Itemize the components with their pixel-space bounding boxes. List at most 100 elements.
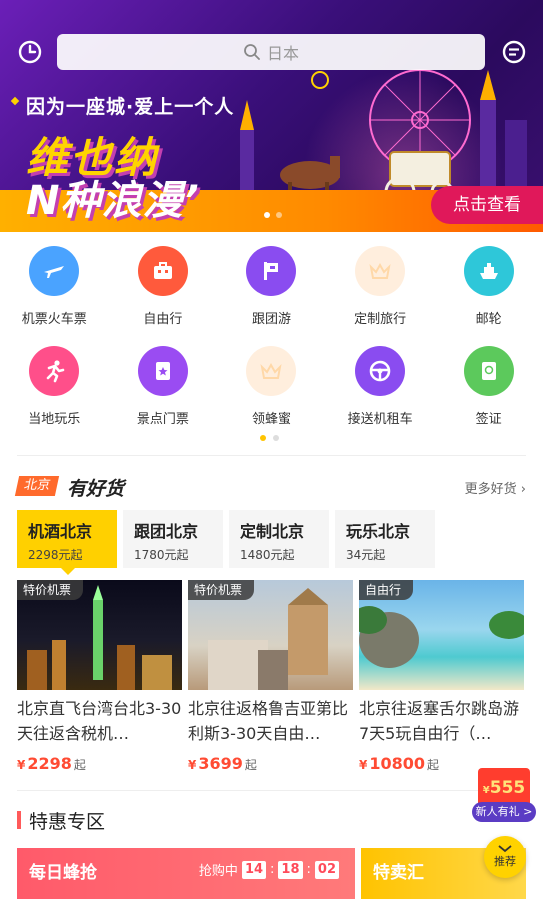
category-label: 邮轮 (475, 312, 502, 327)
flash-title: 每日蜂抢 (29, 863, 97, 883)
price-value: 2298 (27, 754, 72, 773)
category-label: 当地玩乐 (28, 412, 81, 427)
daily-flash-sale[interactable]: 每日蜂抢 抢购中 14 : 18 : 02 (17, 848, 355, 899)
category-flight-train[interactable]: 机票火车票 (0, 240, 109, 340)
deal-image-taipei: 特价机票 (17, 580, 182, 690)
deal-badge: 特价机票 (17, 580, 84, 600)
tab-fun[interactable]: 玩乐北京 34元起 (335, 510, 435, 568)
deal-image-tbilisi: 特价机票 (188, 580, 353, 690)
banner-subtitle: N种浪漫’ (26, 178, 200, 224)
section-accent-bar (17, 811, 21, 829)
deals-tabs: 机酒北京 2298元起 跟团北京 1780元起 定制北京 1480元起 玩乐北京… (17, 510, 435, 575)
deal-badge: 自由行 (359, 580, 414, 600)
gift-amount: 555 (489, 778, 526, 798)
search-input[interactable]: 日本 (57, 34, 485, 70)
price-suffix: 起 (73, 758, 86, 772)
category-custom-travel[interactable]: 定制旅行 (326, 240, 435, 340)
category-label: 签证 (475, 412, 502, 427)
banner-dot (276, 212, 282, 218)
deal-price: ¥3699 起 (188, 754, 353, 773)
ticket-icon (137, 346, 188, 396)
tab-custom[interactable]: 定制北京 1480元起 (229, 510, 329, 568)
category-label: 领蜂蜜 (251, 412, 291, 427)
currency-symbol: ¥ (188, 758, 197, 772)
countdown-separator: : (270, 862, 275, 877)
category-label: 自由行 (143, 312, 183, 327)
category-transfer-car[interactable]: 接送机租车 (326, 340, 435, 440)
pager-dot-active (260, 435, 266, 441)
app-screen: 因为一座城·爱上一个人 维也纳 N种浪漫’ 点击查看 日本 机票火车票 自由行 … (0, 0, 543, 899)
special-title: 特惠专区 (29, 810, 106, 833)
deal-cards: 特价机票 北京直飞台湾台北3-30天往返含税机… ¥2298 起 特价机票 北京往… (17, 580, 524, 773)
banner-dot-active (264, 212, 270, 218)
deals-header: 北京 有好货 更多好货 › (14, 474, 526, 500)
tab-price: 2298元起 (28, 548, 83, 562)
category-label: 景点门票 (136, 412, 189, 427)
divider (17, 790, 526, 791)
sale-title: 特卖汇 (373, 863, 424, 883)
banner-tagline: 因为一座城·爱上一个人 (26, 92, 234, 119)
flag-icon (246, 246, 297, 296)
currency-symbol: ¥ (359, 758, 368, 772)
banner-cta-button[interactable]: 点击查看 (431, 186, 543, 224)
category-label: 机票火车票 (21, 312, 87, 327)
tab-flight-hotel[interactable]: 机酒北京 2298元起 (17, 510, 117, 575)
countdown-separator: : (306, 862, 311, 877)
recommend-label: 推荐 (494, 855, 516, 868)
special-header: 特惠专区 (17, 808, 106, 833)
price-value: 3699 (198, 754, 243, 773)
tab-name: 跟团北京 (134, 522, 199, 541)
deal-card[interactable]: 特价机票 北京直飞台湾台北3-30天往返含税机… ¥2298 起 (17, 580, 182, 773)
passport-icon (463, 346, 514, 396)
tab-price: 1480元起 (240, 548, 295, 562)
deal-badge: 特价机票 (188, 580, 255, 600)
recommend-button[interactable]: 推荐 (484, 836, 526, 878)
category-label: 接送机租车 (347, 412, 413, 427)
countdown-minutes: 18 (278, 860, 303, 879)
steering-wheel-icon (355, 346, 406, 396)
city-tag[interactable]: 北京 (14, 476, 60, 496)
category-row: 机票火车票 自由行 跟团游 定制旅行 邮轮 (0, 240, 543, 340)
category-tickets[interactable]: 景点门票 (109, 340, 218, 440)
suitcase-icon (137, 246, 188, 296)
price-value: 10800 (369, 754, 426, 773)
category-row: 当地玩乐 景点门票 领蜂蜜 接送机租车 签证 (0, 340, 543, 440)
message-icon[interactable] (500, 38, 528, 66)
deals-title: 有好货 (67, 478, 125, 500)
deal-image-seychelles: 自由行 (359, 580, 524, 690)
deal-name: 北京直飞台湾台北3-30天往返含税机… (17, 699, 182, 743)
runner-icon (29, 346, 80, 396)
countdown-hours: 14 (241, 860, 267, 879)
price-suffix: 起 (244, 758, 257, 772)
new-user-gift[interactable]: ¥555 新人有礼 > (472, 758, 536, 828)
deal-name: 北京往返格鲁吉亚第比利斯3-30天自由… (188, 699, 349, 743)
history-clock-icon[interactable] (16, 38, 44, 66)
category-visa[interactable]: 签证 (434, 340, 543, 440)
crown-icon (355, 246, 406, 296)
deal-card[interactable]: 自由行 北京往返塞舌尔跳岛游7天5玩自由行（… ¥10800 起 (359, 580, 524, 773)
top-bar: 日本 (0, 30, 543, 74)
tab-price: 34元起 (346, 548, 386, 562)
category-group-tour[interactable]: 跟团游 (217, 240, 326, 340)
category-label: 定制旅行 (354, 312, 407, 327)
category-cruise[interactable]: 邮轮 (434, 240, 543, 340)
category-honey[interactable]: 领蜂蜜 (217, 340, 326, 440)
category-pager (260, 435, 279, 441)
search-placeholder: 日本 (266, 44, 299, 63)
category-local-fun[interactable]: 当地玩乐 (0, 340, 109, 440)
more-deals-link[interactable]: 更多好货 › (465, 478, 526, 497)
category-free-travel[interactable]: 自由行 (109, 240, 218, 340)
deal-card[interactable]: 特价机票 北京往返格鲁吉亚第比利斯3-30天自由… ¥3699 起 (188, 580, 353, 773)
more-deals-label: 更多好货 (464, 482, 517, 497)
pager-dot (273, 435, 279, 441)
crown-icon (246, 346, 297, 396)
currency-symbol: ¥ (17, 758, 26, 772)
banner-pager (264, 212, 282, 218)
countdown: 抢购中 14 : 18 : 02 (199, 860, 339, 879)
gift-label: 新人有礼 > (472, 802, 536, 822)
tab-name: 机酒北京 (28, 522, 93, 541)
deal-name: 北京往返塞舌尔跳岛游7天5玩自由行（… (359, 699, 520, 743)
tab-group-tour[interactable]: 跟团北京 1780元起 (123, 510, 223, 568)
ship-icon (463, 246, 514, 296)
tab-name: 定制北京 (240, 522, 305, 541)
